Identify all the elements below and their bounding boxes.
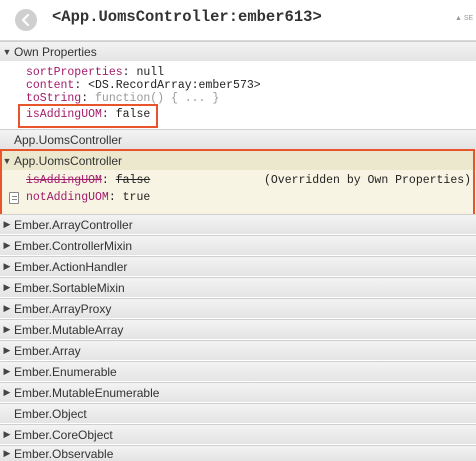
collapse-arrow-icon: ▼ bbox=[2, 46, 12, 57]
section-mixin[interactable]: ▶ Ember.CoreObject bbox=[0, 424, 476, 444]
section-mixin[interactable]: ▶ Ember.MutableEnumerable bbox=[0, 382, 476, 402]
section-mixin[interactable]: ▶ Ember.ArrayProxy bbox=[0, 298, 476, 318]
property-row[interactable]: content: <DS.RecordArray:ember573> bbox=[26, 79, 261, 92]
expand-arrow-icon: ▶ bbox=[3, 429, 11, 439]
section-mixin[interactable]: ▶ Ember.Array bbox=[0, 340, 476, 360]
header-hint: ▲ SE bbox=[455, 15, 474, 22]
section-mixin[interactable]: ▶ Ember.MutableArray bbox=[0, 319, 476, 339]
expand-arrow-icon: ▶ bbox=[3, 219, 11, 229]
expand-arrow-icon: ▶ bbox=[3, 366, 11, 376]
section-label: Own Properties bbox=[14, 44, 97, 59]
section-mixin[interactable]: ▶ Ember.ArrayController bbox=[0, 214, 476, 234]
page-title: <App.UomsController:ember613> bbox=[52, 8, 322, 26]
property-row[interactable]: sortProperties: null bbox=[26, 66, 164, 79]
highlight-box bbox=[0, 149, 475, 218]
section-mixin[interactable]: ▶ Ember.ActionHandler bbox=[0, 256, 476, 276]
section-mixin[interactable]: ▶ Ember.Enumerable bbox=[0, 361, 476, 381]
section-mixin[interactable]: App.UomsController bbox=[0, 129, 476, 149]
section-mixin[interactable]: Ember.Object bbox=[0, 403, 476, 423]
expand-arrow-icon: ▶ bbox=[3, 324, 11, 334]
section-mixin[interactable]: ▶ Ember.ControllerMixin bbox=[0, 235, 476, 255]
section-mixin[interactable]: ▶ Ember.Observable bbox=[0, 445, 476, 461]
back-button[interactable] bbox=[15, 9, 37, 31]
inspector-header: <App.UomsController:ember613> ▲ SE bbox=[0, 0, 476, 41]
expand-arrow-icon: ▶ bbox=[3, 387, 11, 397]
chevron-left-icon bbox=[21, 14, 30, 26]
expand-arrow-icon: ▶ bbox=[3, 261, 11, 271]
section-own-properties[interactable]: ▼ Own Properties bbox=[0, 41, 476, 61]
expand-arrow-icon: ▶ bbox=[3, 448, 11, 458]
expand-arrow-icon: ▶ bbox=[3, 282, 11, 292]
highlight-box bbox=[18, 104, 158, 128]
section-mixin[interactable]: ▶ Ember.SortableMixin bbox=[0, 277, 476, 297]
expand-arrow-icon: ▶ bbox=[3, 345, 11, 355]
expand-arrow-icon: ▶ bbox=[3, 240, 11, 250]
expand-arrow-icon: ▶ bbox=[3, 303, 11, 313]
